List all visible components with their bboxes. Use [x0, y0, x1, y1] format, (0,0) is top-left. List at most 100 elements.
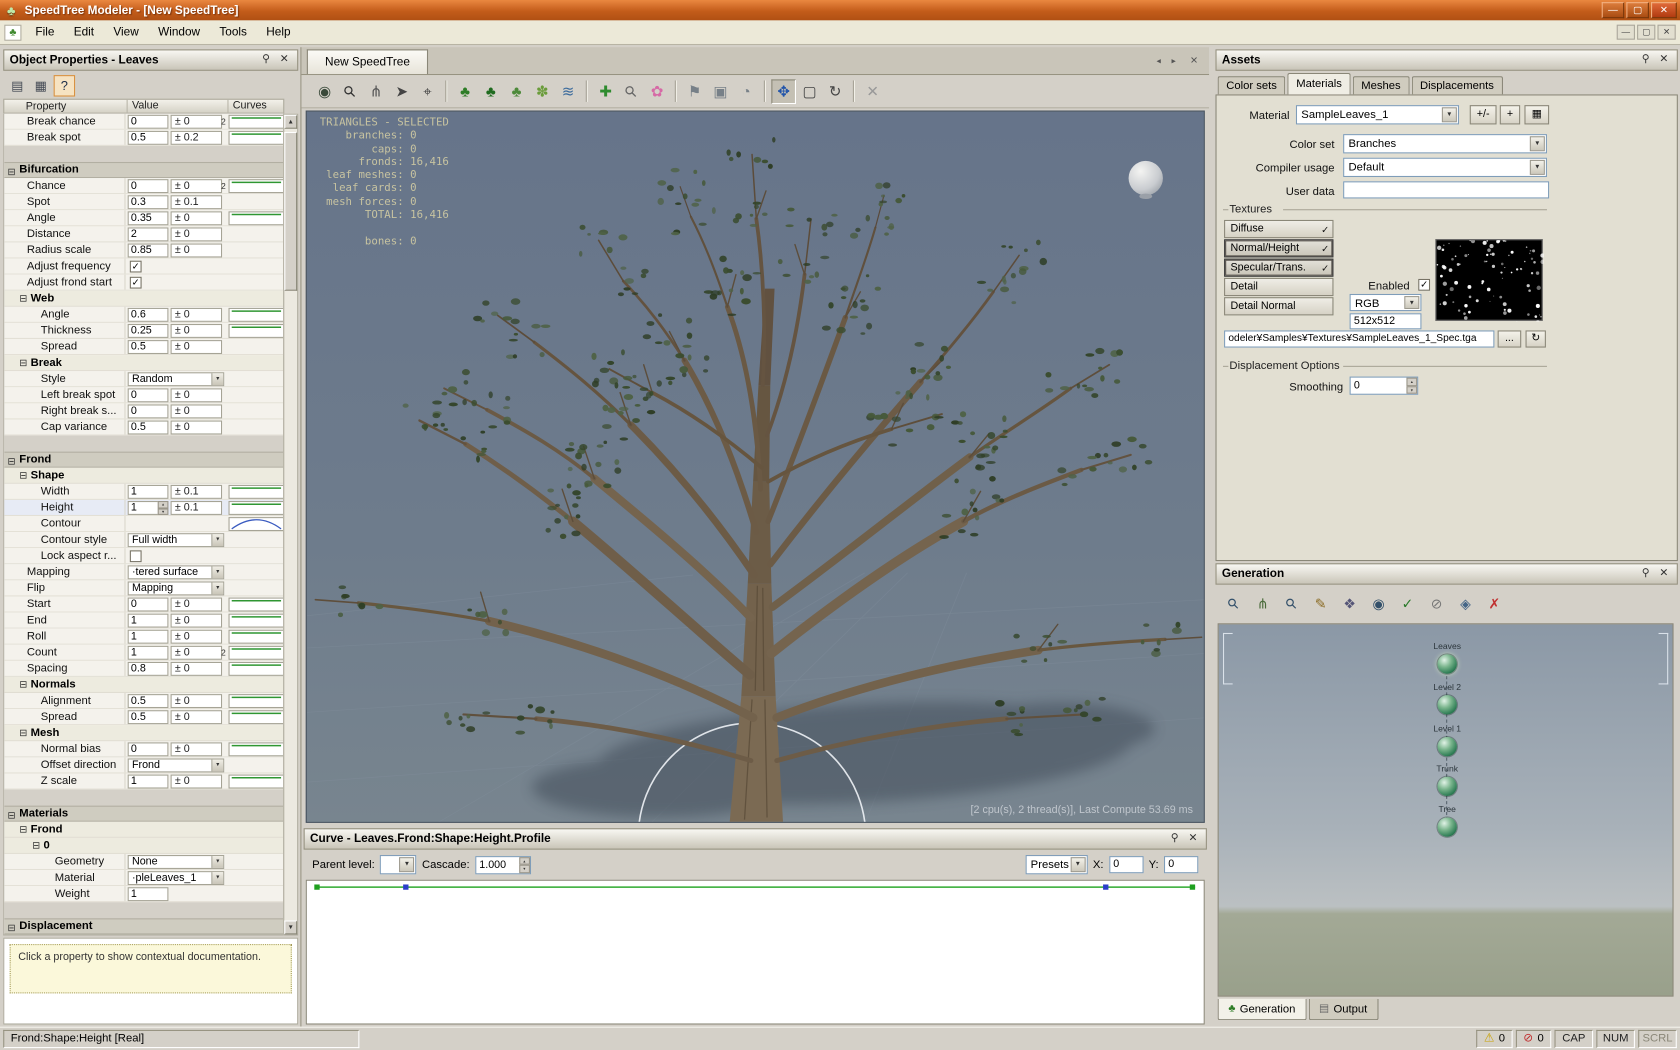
enabled-checkbox[interactable]: ✓ [1418, 279, 1430, 291]
prop-right-break-s[interactable]: Right break s...0± 0 [4, 403, 283, 419]
texture-path-field[interactable]: odeler¥Samples¥Textures¥SampleLeaves_1_S… [1224, 330, 1494, 347]
prop-variance-field[interactable]: ± 0.1 [171, 195, 222, 209]
mask-icon[interactable]: ▣ [708, 79, 733, 104]
delete-generator-icon[interactable]: ✗ [1483, 592, 1507, 616]
prop-value-field[interactable]: 0.8 [128, 662, 169, 676]
collapse-icon[interactable]: ⊟ [8, 165, 16, 179]
prop-variance-field[interactable]: ± 0 [171, 694, 222, 708]
prop-radius-scale[interactable]: Radius scale0.85± 0 [4, 242, 283, 258]
prop-value-field[interactable]: 1 [128, 887, 169, 901]
document-tab[interactable]: New SpeedTree [307, 49, 428, 74]
texture-preview[interactable] [1435, 239, 1542, 321]
section-frond[interactable]: ⊟Frond [4, 436, 283, 468]
prop-value-field[interactable]: 0.5 [128, 710, 169, 724]
prop-alignment[interactable]: Alignment0.5± 0 [4, 693, 283, 709]
channel-dropdown[interactable]: RGB▼ [1350, 294, 1422, 311]
prop-contour[interactable]: Contour [4, 516, 283, 532]
prop-angle[interactable]: Angle0.6± 0 [4, 307, 283, 323]
prop-variance-field[interactable]: ± 0 [171, 340, 222, 354]
focus-icon[interactable]: ◈ [1454, 592, 1478, 616]
prop-variance-field[interactable]: ± 0 [171, 742, 222, 756]
add-generator-icon[interactable]: ⋔ [1251, 592, 1275, 616]
parent-level-dropdown[interactable]: ▼ [380, 855, 416, 874]
menu-file[interactable]: File [26, 23, 64, 42]
spin-up-icon[interactable]: ▴ [1406, 378, 1417, 386]
texture-slot-normal-height[interactable]: Normal/Height✓ [1224, 239, 1333, 257]
curve-endpoint[interactable] [1190, 884, 1195, 889]
prop-dropdown[interactable]: ·pleLeaves_1▼ [128, 871, 225, 885]
menu-window[interactable]: Window [148, 23, 209, 42]
prop-spot[interactable]: Spot0.3± 0.1 [4, 194, 283, 210]
prop-mapping[interactable]: Mapping·tered surface▼ [4, 564, 283, 580]
select-arrow-icon[interactable]: ➤ [389, 79, 414, 104]
prop-variance-field[interactable]: ± 0 [171, 614, 222, 628]
texture-slot-specular-trans[interactable]: Specular/Trans.✓ [1224, 259, 1333, 277]
prop-variance-field[interactable]: ± 0 [171, 115, 222, 129]
browse-button[interactable]: ... [1498, 330, 1522, 347]
prop-break-spot[interactable]: Break spot0.5± 0.2 [4, 130, 283, 146]
prop-variance-field[interactable]: ± 0 [171, 598, 222, 612]
texture-slot-detail-normal[interactable]: Detail Normal [1224, 297, 1333, 315]
menu-view[interactable]: View [104, 23, 149, 42]
add-remove-material-button[interactable]: +/- [1470, 105, 1497, 124]
texture-slot-detail[interactable]: Detail [1224, 278, 1333, 296]
timer-icon[interactable]: ◔ [734, 79, 759, 104]
prop-value-field[interactable]: 0.5 [128, 421, 169, 435]
pin-icon[interactable]: ⚲ [1638, 53, 1653, 68]
categorized-view-icon[interactable]: ▤ [6, 75, 27, 96]
tree-ruler-icon[interactable]: ♣ [504, 79, 529, 104]
prop-curve-thumbnail[interactable] [229, 501, 285, 515]
prop-value-field[interactable]: 2 [128, 227, 169, 241]
prop-variance-field[interactable]: ± 0 [171, 211, 222, 225]
tab-color-sets[interactable]: Color sets [1218, 76, 1286, 94]
visibility-icon[interactable]: ◉ [1367, 592, 1391, 616]
titlebar[interactable]: ♣ SpeedTree Modeler - [New SpeedTree] — … [0, 0, 1680, 20]
generation-header[interactable]: Generation ⚲ ✕ [1215, 563, 1677, 584]
prop-lock-aspect-r[interactable]: Lock aspect r... [4, 548, 283, 564]
subsection-break[interactable]: ⊟Break [4, 355, 283, 371]
prop-weight[interactable]: Weight1 [4, 886, 283, 902]
subsection-web[interactable]: ⊟Web [4, 291, 283, 307]
viewport-3d[interactable]: TRIANGLES - SELECTED branches: 0 caps: 0… [306, 110, 1205, 822]
prop-curve-thumbnail[interactable] [229, 710, 285, 724]
prop-angle[interactable]: Angle0.35± 0 [4, 210, 283, 226]
collapse-icon[interactable]: ⊟ [32, 840, 40, 851]
collapse-icon[interactable]: ⊟ [19, 357, 27, 368]
prop-variance-field[interactable]: ± 0 [171, 244, 222, 258]
prop-curve-thumbnail[interactable] [229, 485, 285, 499]
section-bifurcation[interactable]: ⊟Bifurcation [4, 146, 283, 178]
error-indicator[interactable]: ⊘0 [1516, 1030, 1551, 1048]
curve-point[interactable] [1103, 884, 1108, 889]
curve-editor-canvas[interactable] [306, 880, 1205, 1025]
collapse-icon[interactable]: ⊟ [8, 809, 16, 823]
prop-width[interactable]: Width1± 0.1 [4, 484, 283, 500]
user-data-field[interactable] [1343, 181, 1549, 198]
warning-indicator[interactable]: ⚠0 [1476, 1030, 1512, 1048]
prop-spread[interactable]: Spread0.5± 0 [4, 339, 283, 355]
zoom-icon[interactable]: ⚲ [338, 79, 363, 104]
tab-next-icon[interactable]: ▸ [1166, 53, 1181, 70]
palette-icon[interactable]: ▦ [1524, 105, 1549, 124]
prop-dropdown[interactable]: Full width▼ [128, 533, 225, 547]
prop-variance-field[interactable]: ± 0.1 [171, 485, 222, 499]
prop-curve-thumbnail[interactable]: 2 [229, 179, 285, 193]
prop-value-field[interactable]: 0 [128, 388, 169, 402]
prop-curve-thumbnail[interactable] [229, 742, 285, 756]
tab-output[interactable]: ▤Output [1308, 999, 1378, 1020]
edit-generator-icon[interactable]: ✎ [1309, 592, 1333, 616]
context-help-icon[interactable]: ? [54, 75, 75, 96]
prop-checkbox[interactable]: ✓ [130, 277, 142, 289]
menu-help[interactable]: Help [257, 23, 301, 42]
prop-break-chance[interactable]: Break chance0± 02 [4, 114, 283, 130]
collapse-icon[interactable]: ⊟ [19, 727, 27, 738]
cascade-field[interactable]: 1.000▴▾ [475, 856, 531, 874]
prop-spread[interactable]: Spread0.5± 0 [4, 709, 283, 725]
mdi-restore-button[interactable]: ▢ [1637, 25, 1655, 40]
display-globe-icon[interactable]: ◉ [312, 79, 337, 104]
prop-variance-field[interactable]: ± 0 [171, 179, 222, 193]
x-field[interactable]: 0 [1109, 856, 1143, 873]
prop-value-field[interactable]: 0 [128, 404, 169, 418]
prop-value-field[interactable]: 1 [128, 646, 169, 660]
section-materials[interactable]: ⊟Materials [4, 790, 283, 822]
prop-value-field[interactable]: 0.35 [128, 211, 169, 225]
